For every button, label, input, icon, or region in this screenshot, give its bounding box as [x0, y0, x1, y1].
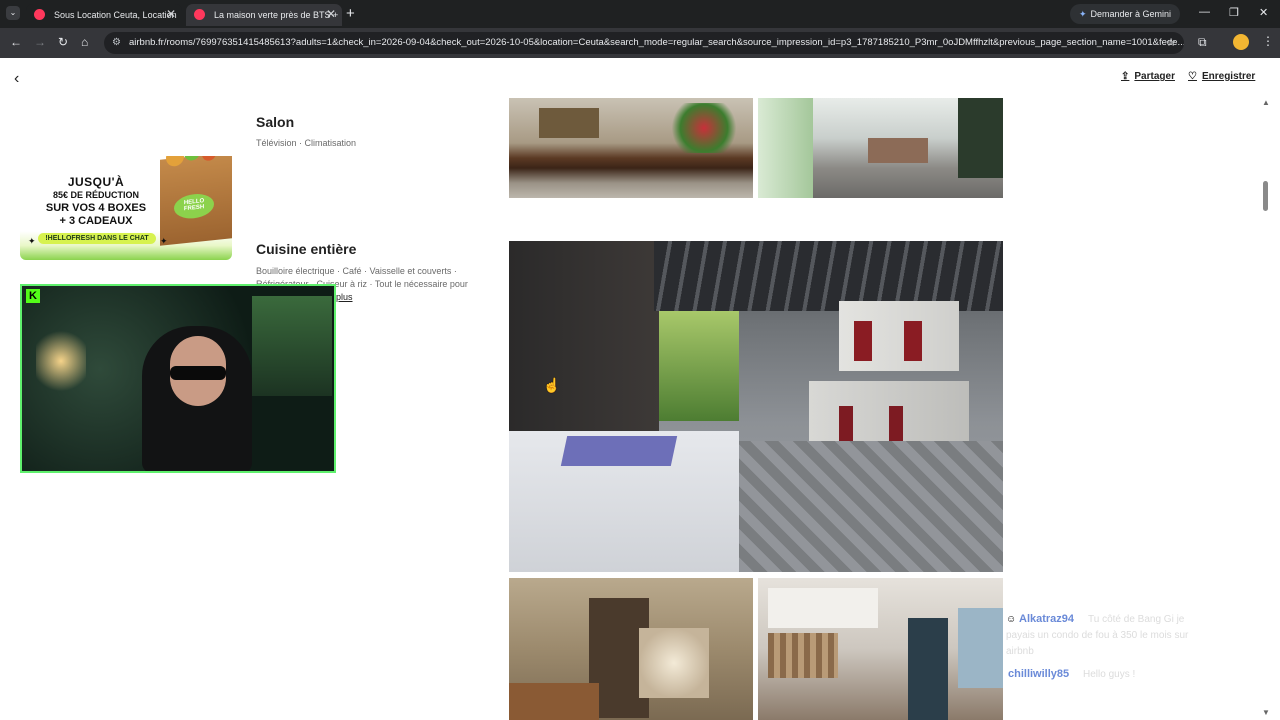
- sparkle-icon: ✦: [28, 236, 36, 246]
- address-bar[interactable]: ⚙ airbnb.fr/rooms/769976351415485613?adu…: [104, 32, 1184, 54]
- close-window-icon[interactable]: ✕: [1259, 6, 1268, 19]
- back-arrow-icon[interactable]: ←: [10, 35, 22, 49]
- browser-menu-icon[interactable]: ⋮: [1262, 34, 1274, 48]
- sparkle-icon: ✦: [160, 236, 168, 246]
- tab-title: Sous Location Ceuta, Location: [54, 10, 177, 20]
- tab-sous-location[interactable]: Sous Location Ceuta, Location ✕: [26, 4, 182, 26]
- chat-message: Tu côté de Bang Gi je payais un condo de…: [1006, 614, 1189, 657]
- show-more-link[interactable]: plus: [336, 292, 353, 302]
- kitchen-photo-main[interactable]: [509, 241, 1003, 572]
- url-text: airbnb.fr/rooms/769976351415485613?adult…: [129, 37, 1184, 48]
- hellofresh-ad: HELLO FRESH JUSQU'À 85€ DE RÉDUCTION SUR…: [20, 156, 232, 260]
- share-icon: ⇪: [1121, 71, 1130, 82]
- kitchen-photo-2[interactable]: [509, 578, 753, 720]
- new-tab-button[interactable]: +: [346, 5, 355, 22]
- close-tab-icon[interactable]: ✕: [166, 7, 176, 21]
- restore-icon[interactable]: ❐: [1229, 6, 1239, 19]
- ask-gemini-button[interactable]: ✦ Demander à Gemini: [1070, 4, 1180, 24]
- scrollbar-thumb[interactable]: [1263, 181, 1268, 211]
- bookmark-star-icon[interactable]: ☆: [1166, 32, 1176, 54]
- close-tab-icon[interactable]: ✕: [326, 7, 336, 21]
- chat-message: Hello guys !: [1083, 669, 1136, 680]
- airbnb-favicon-icon: [194, 9, 205, 20]
- hellofresh-box-icon: HELLO FRESH: [160, 156, 232, 246]
- hellofresh-brand: HELLO FRESH: [174, 192, 214, 221]
- save-label: Enregistrer: [1201, 71, 1256, 82]
- scroll-down-icon[interactable]: ▼: [1262, 708, 1270, 717]
- site-info-icon[interactable]: ⚙: [112, 32, 121, 54]
- salon-photo-1[interactable]: [509, 98, 753, 198]
- room-title-salon: Salon: [256, 114, 295, 130]
- salon-photo-2[interactable]: [758, 98, 1003, 198]
- hand-cursor-icon: ☝: [543, 377, 561, 393]
- save-button[interactable]: ♡ Enregistrer: [1188, 71, 1255, 82]
- extensions-icon[interactable]: ⧉: [1198, 35, 1207, 50]
- promo-line-3: SUR VOS 4 BOXES: [45, 202, 147, 214]
- room-amenities-salon: Télévision · Climatisation: [256, 138, 357, 148]
- airbnb-favicon-icon: [34, 9, 45, 20]
- browser-toolbar: ← → ↻ ⌂ ⚙ airbnb.fr/rooms/76997635141548…: [0, 28, 1280, 58]
- room-title-cuisine: Cuisine entière: [256, 241, 357, 257]
- gemini-icon: ✦: [1078, 8, 1087, 19]
- minimize-icon[interactable]: —: [1199, 6, 1210, 18]
- chat-username: chilliwilly85: [1008, 668, 1070, 680]
- tab-title: La maison verte près de BTS +: [214, 10, 339, 20]
- streamer-webcam: K: [20, 284, 336, 473]
- reload-icon[interactable]: ↻: [58, 35, 68, 49]
- share-label: Partager: [1134, 71, 1175, 82]
- promo-line-2: 85€ DE RÉDUCTION: [52, 190, 140, 200]
- share-button[interactable]: ⇪ Partager: [1121, 71, 1175, 82]
- home-icon[interactable]: ⌂: [81, 35, 88, 49]
- gemini-label: Demander à Gemini: [1090, 9, 1172, 19]
- profile-avatar[interactable]: [1233, 34, 1249, 50]
- tab-strip: ⌄ Sous Location Ceuta, Location ✕ La mai…: [0, 0, 1280, 28]
- back-chevron-icon[interactable]: ‹: [14, 70, 19, 88]
- kick-logo-icon: K: [26, 289, 40, 303]
- promo-chat-command: !HELLOFRESH DANS LE CHAT: [38, 233, 156, 244]
- tab-search-button[interactable]: ⌄: [6, 6, 20, 20]
- streamer: [142, 326, 252, 471]
- promo-line-1: JUSQU'À: [67, 175, 125, 189]
- kitchen-photo-3[interactable]: [758, 578, 1003, 720]
- scroll-up-icon[interactable]: ▲: [1262, 98, 1270, 107]
- tab-maison-verte[interactable]: La maison verte près de BTS + ✕: [186, 4, 342, 26]
- forward-arrow-icon[interactable]: →: [34, 35, 46, 49]
- promo-line-4: + 3 CADEAUX: [59, 215, 133, 227]
- heart-icon: ♡: [1188, 71, 1197, 82]
